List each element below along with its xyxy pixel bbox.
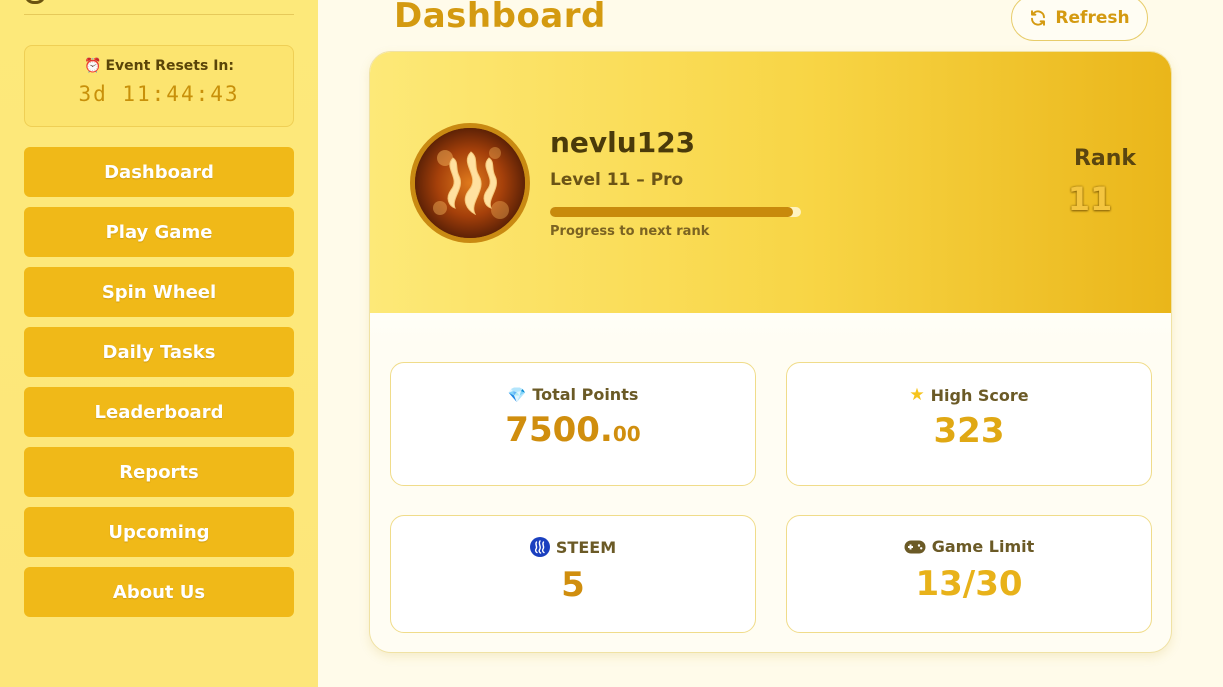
stat-value-game-limit: 13/30	[915, 564, 1023, 604]
rank-progress-bar	[550, 207, 801, 217]
rank-label: Rank	[1073, 146, 1137, 171]
rank-progress-label: Progress to next rank	[550, 224, 710, 239]
stat-value-steem: 5	[561, 565, 585, 605]
stat-value-total-points: 7500.00	[391, 410, 755, 450]
sidebar-item-about-us[interactable]: About Us	[24, 567, 294, 617]
stat-title-row: ★ High Score	[787, 385, 1151, 405]
username: nevlu123	[550, 126, 696, 159]
stat-card-game-limit: Game Limit 13/30	[786, 515, 1152, 633]
dashboard-card: nevlu123 Level 11 – Pro Progress to next…	[369, 51, 1172, 653]
refresh-button[interactable]: Refresh	[1011, 0, 1148, 41]
event-timer-card: ⏰ Event Resets In: 3d 11:44:43	[24, 45, 294, 127]
alarm-clock-icon: ⏰	[84, 58, 102, 74]
stat-value-main: 7500.	[505, 410, 613, 450]
sidebar-item-play-game[interactable]: Play Game	[24, 207, 294, 257]
sidebar-item-leaderboard[interactable]: Leaderboard	[24, 387, 294, 437]
gem-icon: 💎	[507, 385, 527, 404]
stat-title: STEEM	[555, 537, 617, 557]
stat-card-high-score: ★ High Score 323	[786, 362, 1152, 486]
user-level: Level 11 – Pro	[550, 170, 684, 190]
logo-icon	[24, 0, 46, 4]
stat-value-high-score: 323	[933, 411, 1005, 451]
stat-title-row: STEEM	[391, 537, 755, 557]
event-timer-value: 3d 11:44:43	[78, 82, 240, 106]
stat-value-decimal: 00	[612, 422, 641, 446]
stat-card-total-points: 💎 Total Points 7500.00	[390, 362, 756, 486]
event-timer-label-row: ⏰ Event Resets In:	[25, 58, 293, 74]
rank-value: 11	[1067, 180, 1113, 218]
stat-title-row: Game Limit	[787, 537, 1151, 556]
gamepad-icon	[904, 540, 926, 553]
sidebar-nav: Dashboard Play Game Spin Wheel Daily Tas…	[24, 147, 294, 627]
sidebar-item-dashboard[interactable]: Dashboard	[24, 147, 294, 197]
event-timer-label: Event Resets In:	[105, 58, 234, 74]
star-icon: ★	[909, 385, 925, 405]
sidebar-header-divider	[24, 0, 294, 15]
stat-title: High Score	[930, 385, 1029, 405]
sidebar-item-spin-wheel[interactable]: Spin Wheel	[24, 267, 294, 317]
steem-logo-avatar-icon	[415, 128, 525, 238]
rank-progress-fill	[550, 207, 794, 217]
avatar	[410, 123, 530, 243]
sidebar-item-upcoming[interactable]: Upcoming	[24, 507, 294, 557]
refresh-label: Refresh	[1055, 8, 1130, 28]
stat-title: Total Points	[532, 385, 639, 404]
sidebar: ⏰ Event Resets In: 3d 11:44:43 Dashboard…	[0, 0, 318, 687]
banner-divider	[370, 313, 1171, 343]
steem-icon	[529, 537, 550, 557]
sidebar-item-daily-tasks[interactable]: Daily Tasks	[24, 327, 294, 377]
stat-card-steem: STEEM 5	[390, 515, 756, 633]
page-title: Dashboard	[394, 0, 606, 36]
sidebar-item-reports[interactable]: Reports	[24, 447, 294, 497]
refresh-icon	[1031, 10, 1046, 26]
stat-title: Game Limit	[931, 537, 1035, 556]
profile-banner: nevlu123 Level 11 – Pro Progress to next…	[370, 52, 1171, 313]
stat-title-row: 💎 Total Points	[391, 385, 755, 404]
